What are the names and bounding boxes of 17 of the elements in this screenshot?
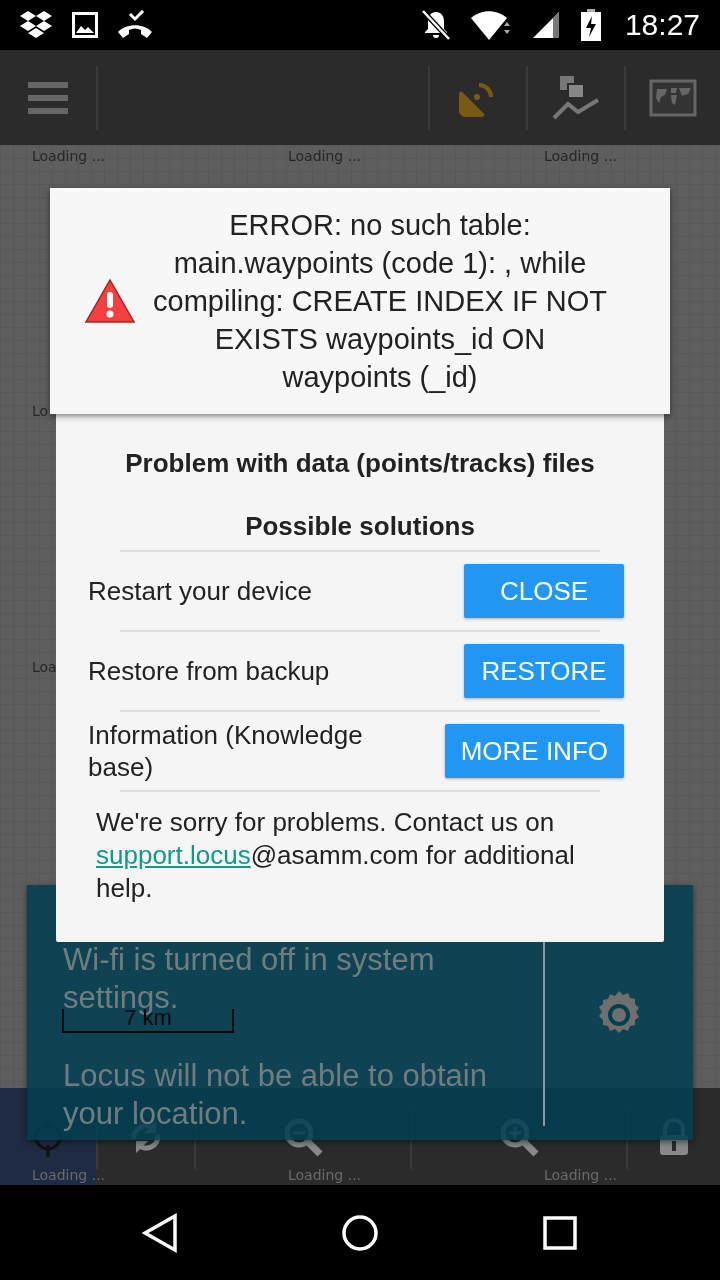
tile-loading-label: Loa — [32, 659, 57, 675]
tile-loading-label: Loading ... — [288, 148, 362, 164]
tile-loading-label: Loading ... — [544, 148, 618, 164]
error-message: ERROR: no such table: main.waypoints (code 1): , while compiling: CREATE INDEX IF NOT EXISTS waypoints_id ON waypoints (_id) — [152, 208, 608, 395]
tile-loading-label: Loading ... — [288, 1167, 362, 1183]
solution-text: Information (Knowledge base) — [88, 719, 364, 783]
notice-text: Locus will not be able to obtain your location. — [63, 1057, 488, 1133]
solution-text: Restore from backup — [88, 655, 331, 687]
tile-loading-label: Loading ... — [32, 148, 106, 164]
section-heading: Possible solutions — [244, 510, 476, 543]
tile-loading-label: Lo — [32, 403, 49, 419]
tile-loading-label: Loading ... — [544, 1167, 618, 1183]
clock: 18:27 — [624, 8, 700, 42]
solution-text: Restart your device — [88, 575, 313, 607]
support-text: We're sorry for problems. Contact us on support.locus@asamm.com for additional help. — [95, 806, 576, 905]
dialog-title: Problem with data (points/tracks) files — [124, 447, 596, 480]
tile-loading-label: Loading ... — [32, 1167, 106, 1183]
